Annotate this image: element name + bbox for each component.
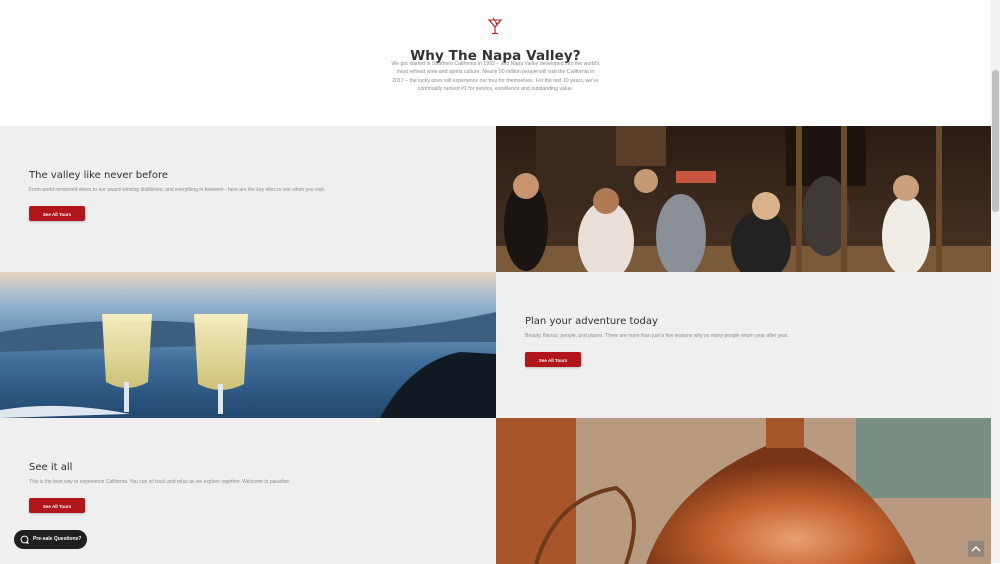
feature-body: Beauty, flavour, people, and places. The… — [525, 333, 789, 339]
feature-row-see-it-all: See it all This is the best way to exper… — [0, 418, 991, 564]
intro-body-line: 2017 – the lucky ones will experience ou… — [392, 77, 599, 84]
chevron-up-icon — [971, 545, 981, 552]
feature-row-adventure: Plan your adventure today Beauty, flavou… — [0, 272, 992, 418]
presale-chat-button[interactable]: Pre-sale Questions? — [14, 530, 87, 549]
copper-still-photo — [496, 418, 991, 564]
intro-section: Why The Napa Valley? We got started in S… — [0, 0, 991, 126]
feature-title: Plan your adventure today — [525, 316, 658, 327]
intro-body-line: most refined wine and spirits culture. N… — [396, 69, 595, 76]
scrollbar-thumb[interactable] — [992, 70, 999, 212]
feature-title: The valley like never before — [29, 170, 168, 181]
feature-panel: Plan your adventure today Beauty, flavou… — [496, 272, 992, 418]
intro-body-line: continually ranked #1 for service, excel… — [417, 86, 574, 93]
champagne-glasses-photo — [0, 272, 496, 418]
restaurant-patrons-photo — [496, 126, 991, 272]
cocktail-glass-icon — [487, 17, 503, 35]
see-all-tours-button[interactable]: See All Tours — [525, 352, 581, 367]
see-all-tours-button[interactable]: See All Tours — [29, 206, 85, 221]
scroll-to-top-button[interactable] — [968, 541, 984, 557]
intro-body: We got started in Southern California in… — [366, 60, 625, 94]
feature-body: From world renowned wines to our award w… — [29, 187, 325, 193]
feature-panel: The valley like never before From world … — [0, 126, 496, 272]
feature-row-valley: The valley like never before From world … — [0, 126, 991, 272]
see-all-tours-button[interactable]: See All Tours — [29, 498, 85, 513]
feature-body: This is the best way to experience Calif… — [29, 479, 291, 485]
chat-bubble-icon — [20, 535, 29, 544]
chat-label: Pre-sale Questions? — [33, 536, 82, 542]
feature-title: See it all — [29, 462, 73, 473]
page-scrollbar[interactable] — [991, 0, 1000, 563]
intro-body-line: We got started in Southern California in… — [391, 61, 600, 67]
